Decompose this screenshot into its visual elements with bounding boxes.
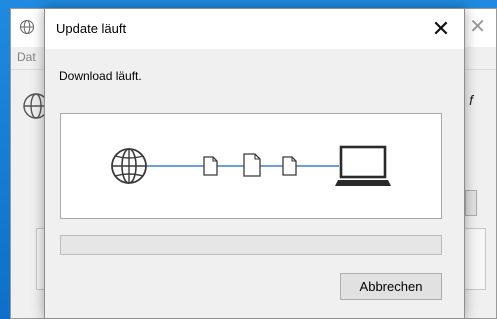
update-dialog: Update läuft ✕ Download läuft. Abbrechen	[44, 8, 465, 319]
background-menu-item[interactable]: Dat	[17, 50, 36, 64]
document-icon	[282, 156, 297, 176]
document-icon	[203, 156, 218, 176]
globe-icon	[111, 148, 147, 184]
monitor-icon	[335, 145, 391, 186]
download-animation	[60, 113, 442, 219]
background-button[interactable]	[465, 190, 477, 216]
status-message: Download läuft.	[59, 69, 142, 83]
background-side-text: f	[469, 92, 473, 108]
globe-icon	[20, 20, 34, 34]
document-icon	[243, 153, 261, 177]
dialog-titlebar: Update läuft ✕	[45, 9, 464, 49]
close-icon[interactable]: ✕	[418, 9, 464, 49]
download-animation-graphic	[111, 145, 391, 186]
background-close-icon[interactable]: ✕	[469, 15, 486, 39]
dialog-title: Update läuft	[56, 21, 127, 36]
cancel-button[interactable]: Abbrechen	[340, 273, 442, 300]
progress-bar	[60, 235, 442, 255]
